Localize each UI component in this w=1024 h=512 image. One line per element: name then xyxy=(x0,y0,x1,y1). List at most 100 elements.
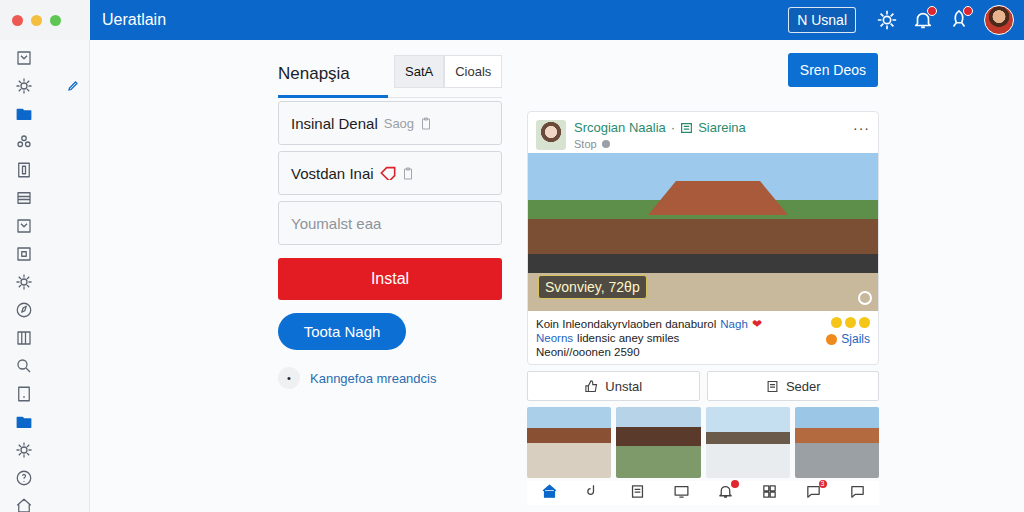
post-text: Koin Inleondakyrvlaoben danaburol Nagh ❤ Ne… xyxy=(536,317,820,359)
top-bar: Ueratlain N Usnal xyxy=(0,0,1024,40)
avatar-icon[interactable] xyxy=(984,5,1014,35)
nav-item[interactable] xyxy=(761,483,778,505)
nav-item[interactable] xyxy=(585,483,602,505)
text-part: lidensic aney smiles xyxy=(577,331,679,345)
toolbar-icon[interactable] xyxy=(876,9,898,31)
text-part: ❤ xyxy=(752,317,762,331)
thumbnail[interactable] xyxy=(706,407,790,478)
sidebar-item[interactable] xyxy=(0,324,89,352)
sidebar-item[interactable] xyxy=(0,156,89,184)
sidebar-item[interactable] xyxy=(0,408,89,436)
minimize-dot[interactable] xyxy=(31,15,42,26)
post-meta: Stop xyxy=(574,138,845,150)
sidebar-icon xyxy=(15,77,33,95)
author-avatar-icon[interactable] xyxy=(536,120,566,150)
sidebar-item[interactable] xyxy=(0,44,89,72)
sidebar-item[interactable] xyxy=(0,128,89,156)
action-button[interactable]: Seder xyxy=(707,371,880,401)
toolbar-icon[interactable] xyxy=(912,9,934,31)
action-label: Seder xyxy=(786,379,821,394)
clipboard-icon[interactable] xyxy=(402,167,414,180)
text-field[interactable]: Vostdan Inai xyxy=(278,151,502,195)
sidebar-item[interactable] xyxy=(0,72,89,100)
sidebar-item[interactable] xyxy=(0,184,89,212)
edit-icon[interactable] xyxy=(67,80,79,92)
nav-item[interactable] xyxy=(717,483,734,505)
author-row: Srcogian Naalia · Siareina xyxy=(574,120,845,135)
sidebar-item[interactable] xyxy=(0,436,89,464)
roof-shape xyxy=(648,181,788,215)
sidebar-item[interactable] xyxy=(0,464,89,492)
text-part: Koin Inleondakyrvlaoben danaburol xyxy=(536,317,716,331)
sidebar-icon xyxy=(15,301,33,319)
thumbnail-row xyxy=(527,407,879,478)
sidebar-item[interactable] xyxy=(0,100,89,128)
action-button[interactable]: Unstal xyxy=(527,371,700,401)
bottom-nav: 3 xyxy=(527,481,879,505)
sidebar-item[interactable] xyxy=(0,380,89,408)
separator: · xyxy=(671,120,675,135)
sidebar-icon xyxy=(15,441,33,459)
sidebar-item[interactable] xyxy=(0,352,89,380)
sidebar-item[interactable] xyxy=(0,296,89,324)
install-button[interactable]: Instal xyxy=(278,258,502,300)
app-window: UeratlainN UsnalNenapşiaSatACioalsInsina… xyxy=(0,0,1024,512)
author-info: Srcogian Naalia · Siareina Stop xyxy=(574,120,845,150)
smile-icon[interactable] xyxy=(845,317,856,328)
sidebar-icon xyxy=(15,469,33,487)
link[interactable]: Kanngefoa mreandcis xyxy=(310,371,436,386)
action-label: Unstal xyxy=(605,379,642,394)
nav-item[interactable] xyxy=(541,483,558,505)
nav-item[interactable] xyxy=(629,483,646,505)
smile-icon[interactable] xyxy=(859,317,870,328)
main-area: NenapşiaSatACioalsInsinal DenalSaogVostd… xyxy=(90,40,1024,512)
nav-item[interactable] xyxy=(849,483,866,505)
reaction-row: Sjails xyxy=(826,332,870,346)
reaction-faces xyxy=(831,317,870,328)
toolbar-icon[interactable] xyxy=(948,9,970,31)
user-button[interactable]: N Usnal xyxy=(788,7,856,33)
clipboard-icon[interactable] xyxy=(420,117,432,130)
nav-icon xyxy=(585,483,602,500)
sidebar-item[interactable] xyxy=(0,492,89,512)
thumbnail[interactable] xyxy=(527,407,611,478)
secondary-button[interactable]: Toota Nagh xyxy=(278,313,406,350)
tab[interactable]: Cioals xyxy=(444,55,502,88)
close-dot[interactable] xyxy=(12,15,23,26)
text-part: Neoni//ooonen 2590 xyxy=(536,345,640,359)
tab[interactable]: SatA xyxy=(394,55,444,88)
thumbnail[interactable] xyxy=(616,407,700,478)
sidebar-item[interactable] xyxy=(0,268,89,296)
text-part[interactable]: Nagh xyxy=(720,317,748,331)
post-photo[interactable]: Svonviey, 72θp xyxy=(528,153,878,311)
post-card: Srcogian Naalia · Siareina Stop ··· Svonviey,… xyxy=(527,111,879,365)
check-icon[interactable] xyxy=(858,291,872,305)
text-field[interactable]: Youmalst eaa xyxy=(278,201,502,245)
sidebar-icon xyxy=(15,217,33,235)
sidebar-icon xyxy=(15,329,33,347)
group-name[interactable]: Siareina xyxy=(698,120,746,135)
nav-icon xyxy=(673,483,690,500)
field-hint: Saog xyxy=(384,116,414,131)
author-name[interactable]: Srcogian Naalia xyxy=(574,120,666,135)
notification-badge xyxy=(927,6,937,16)
app-title: Ueratlain xyxy=(102,11,166,29)
meta-text: Stop xyxy=(574,138,597,150)
thumbnail[interactable] xyxy=(795,407,879,478)
nav-icon xyxy=(849,483,866,500)
sidebar-item[interactable] xyxy=(0,212,89,240)
sidebar-item[interactable] xyxy=(0,240,89,268)
toolbar-glyph-icon xyxy=(876,9,898,31)
nav-item[interactable] xyxy=(673,483,690,505)
post-actions: Unstal Seder xyxy=(527,371,879,401)
header-button[interactable]: Sren Deos xyxy=(788,53,878,87)
maximize-dot[interactable] xyxy=(50,15,61,26)
text-field[interactable]: Insinal DenalSaog xyxy=(278,101,502,145)
nav-item[interactable]: 3 xyxy=(805,483,822,505)
text-part[interactable]: Neorns xyxy=(536,331,573,345)
reaction-label[interactable]: Sjails xyxy=(841,332,870,346)
more-button[interactable]: ··· xyxy=(853,120,870,136)
sidebar xyxy=(0,40,90,512)
smile-icon[interactable] xyxy=(831,317,842,328)
reaction-icon xyxy=(826,334,837,345)
